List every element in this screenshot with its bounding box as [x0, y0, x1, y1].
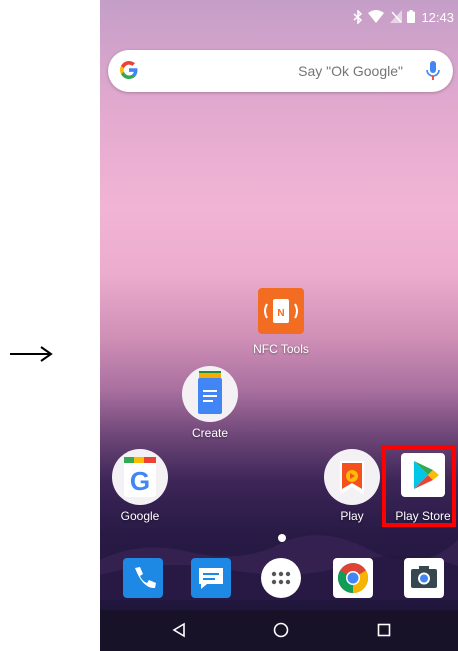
nav-bar — [100, 610, 458, 651]
docs-create-icon — [182, 366, 238, 422]
app-drawer-icon[interactable] — [259, 556, 303, 600]
search-hint: Say "Ok Google" — [298, 63, 403, 79]
play-games-icon — [324, 449, 380, 505]
play-store-highlight — [382, 445, 456, 527]
app-label: NFC Tools — [253, 342, 309, 356]
right-arrow-icon — [10, 346, 53, 362]
phone-screen: 12:43 Say "Ok Google" N NFC Tools Create… — [100, 0, 458, 651]
status-bar: 12:43 — [100, 0, 458, 36]
bluetooth-icon — [353, 10, 363, 24]
clock: 12:43 — [421, 10, 454, 25]
svg-text:N: N — [277, 308, 284, 319]
google-g-icon — [120, 61, 138, 79]
page-indicator — [278, 534, 286, 542]
messages-icon[interactable] — [189, 556, 233, 600]
app-label: Play — [340, 509, 364, 523]
phone-icon[interactable] — [121, 556, 165, 600]
google-icon: G — [112, 449, 168, 505]
chrome-icon[interactable] — [331, 556, 375, 600]
app-create[interactable]: Create — [170, 366, 250, 440]
back-icon[interactable] — [171, 622, 187, 638]
nfc-tools-icon: N — [253, 288, 309, 344]
app-label: Create — [191, 426, 229, 440]
app-nfc-tools[interactable]: N NFC Tools — [241, 288, 321, 356]
wifi-icon — [368, 10, 384, 23]
no-sim-icon — [390, 10, 402, 23]
app-label: Google — [120, 509, 160, 523]
mic-icon[interactable] — [426, 61, 440, 81]
google-search-bar[interactable]: Say "Ok Google" — [108, 50, 453, 92]
app-google[interactable]: G Google — [100, 449, 180, 523]
home-icon[interactable] — [273, 622, 289, 638]
svg-text:G: G — [130, 466, 150, 496]
battery-icon — [407, 10, 415, 23]
camera-icon[interactable] — [402, 556, 446, 600]
recents-icon[interactable] — [376, 622, 392, 638]
app-play-games[interactable]: Play — [312, 449, 392, 523]
